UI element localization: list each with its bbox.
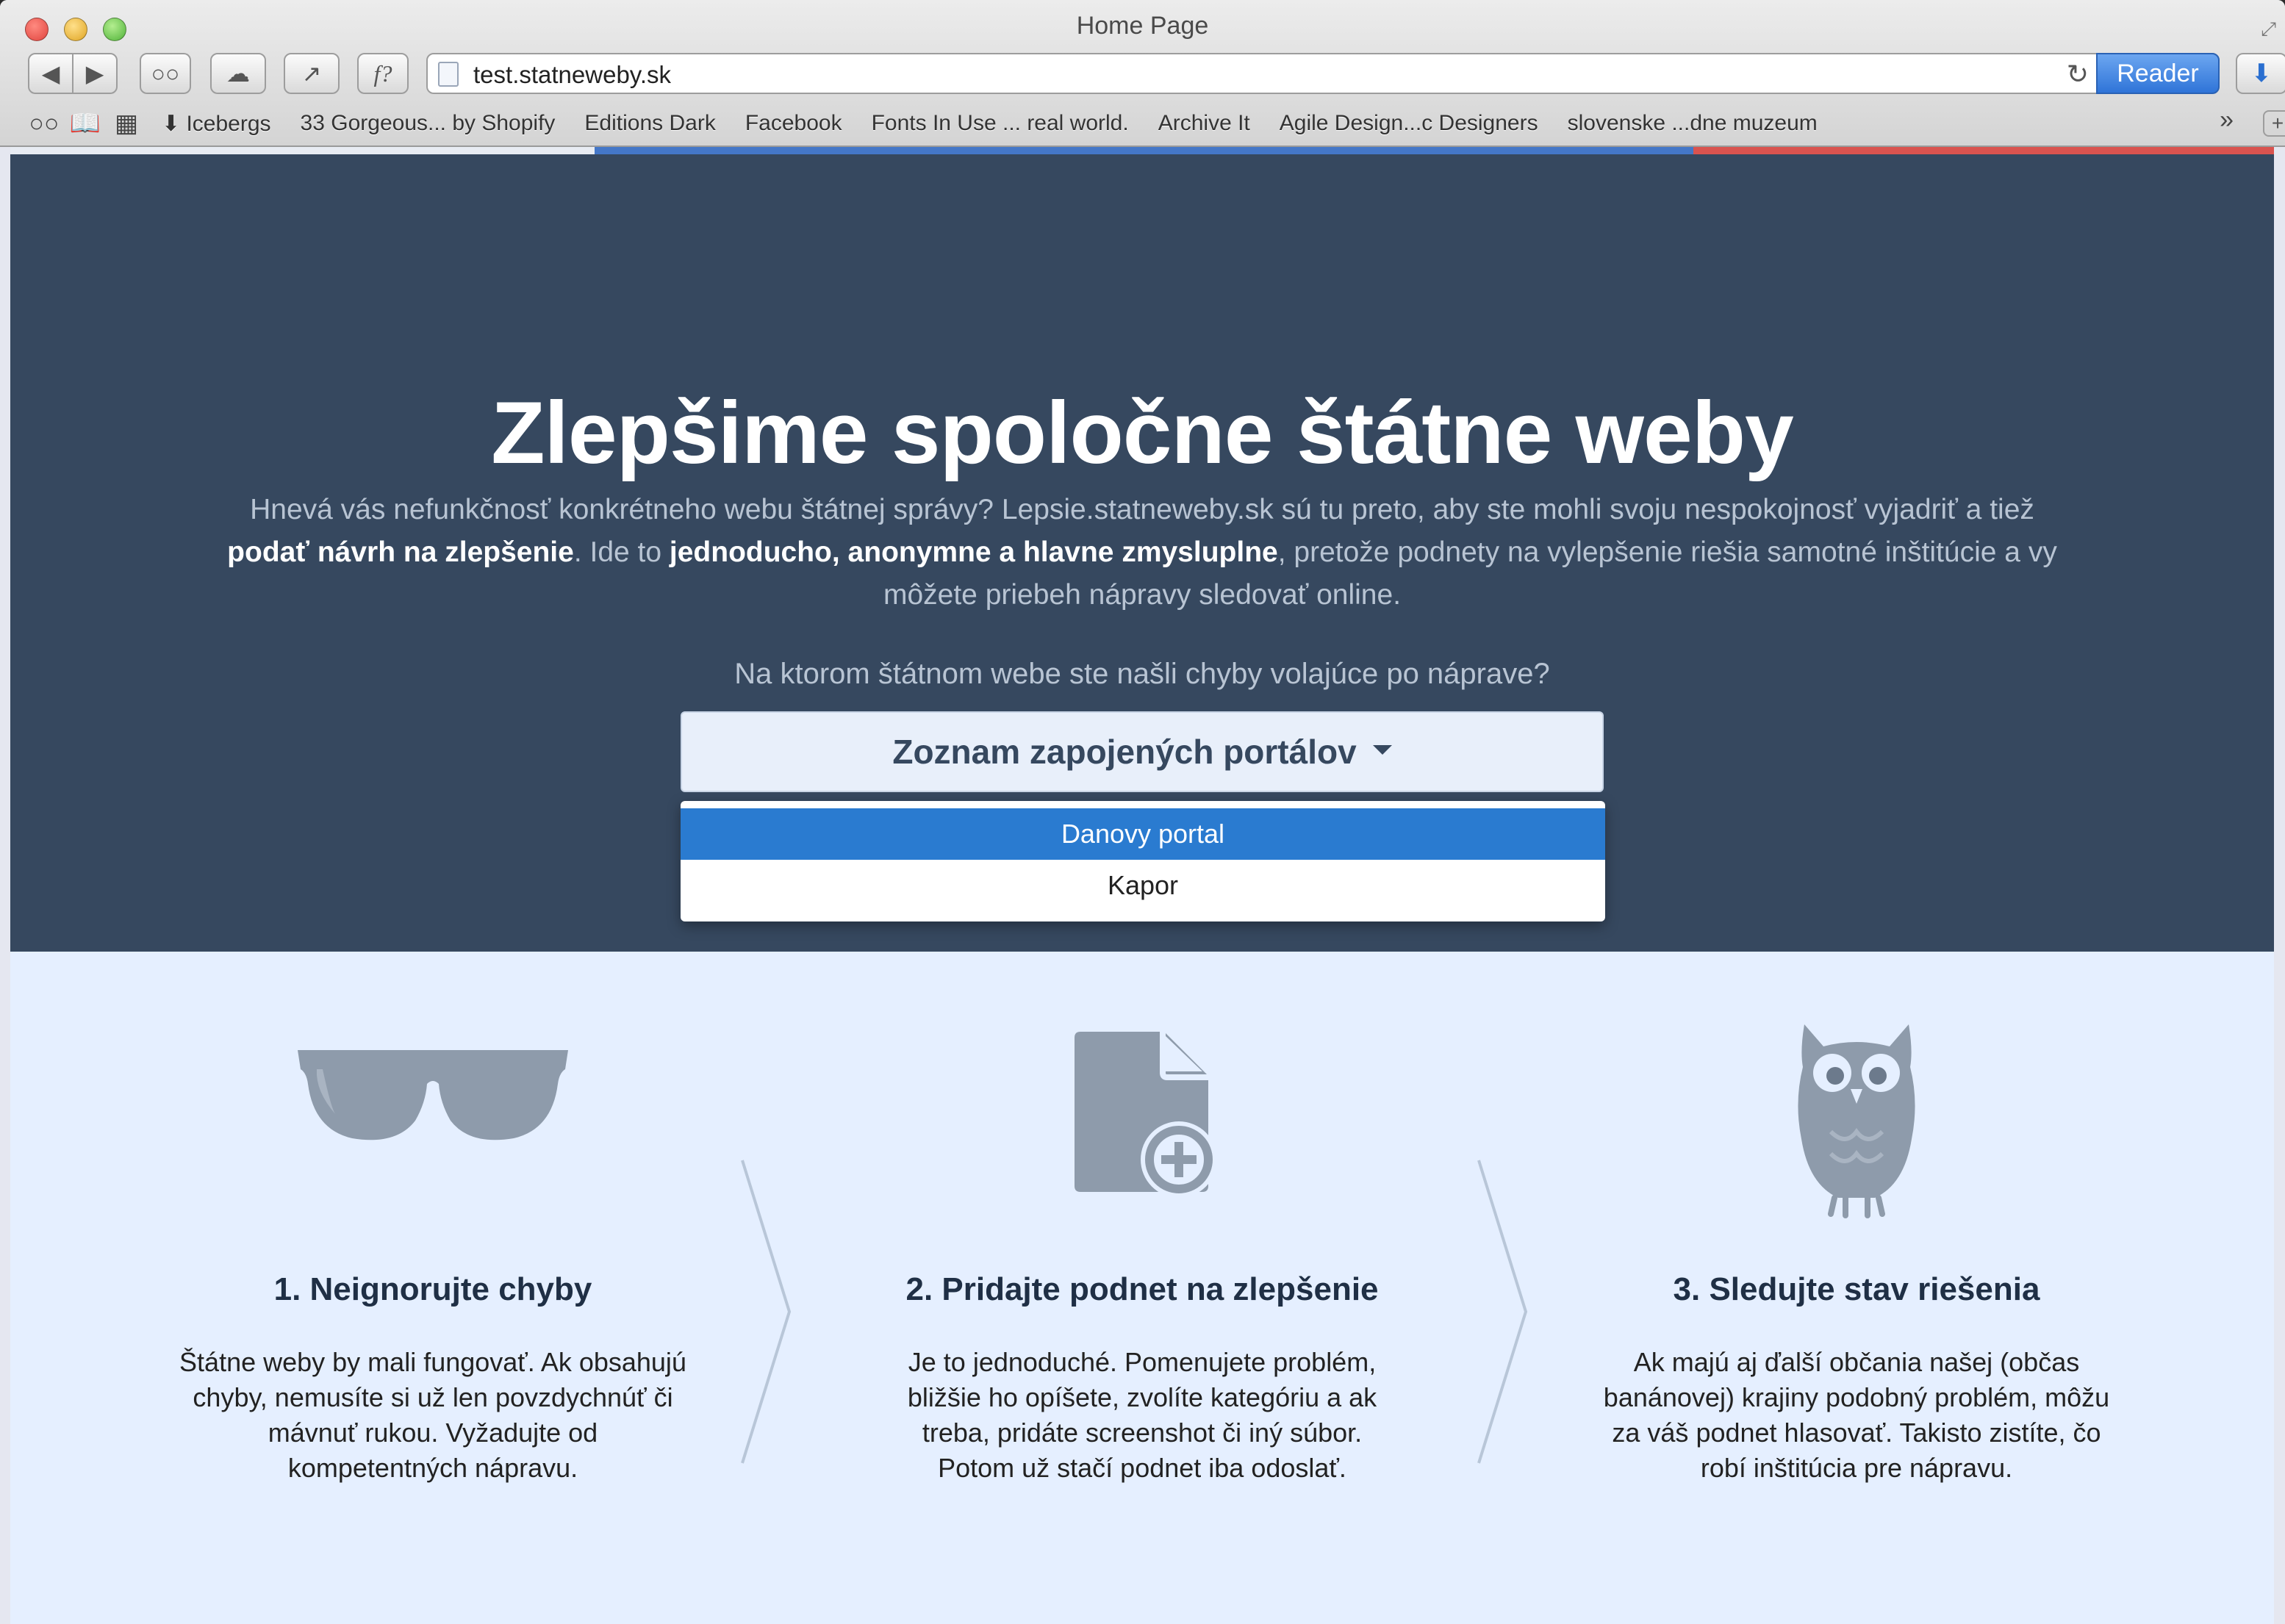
top-sites-grid-icon[interactable]: ▦: [109, 109, 144, 138]
hero-title: Zlepšime spoločne štátne weby: [491, 384, 1794, 482]
bookmark-item[interactable]: ⬇ Icebergs: [162, 111, 271, 137]
bookmark-item[interactable]: Editions Dark: [584, 111, 715, 136]
bookmark-item[interactable]: Archive It: [1158, 111, 1250, 136]
bookmarks-book-icon[interactable]: 📖: [68, 109, 103, 138]
web-page: Zlepšime spoločne štátne weby Hnevá vás …: [10, 154, 2274, 1624]
url-text[interactable]: test.statneweby.sk: [473, 61, 671, 89]
more-bookmarks-icon[interactable]: »: [2220, 106, 2234, 134]
window-title: Home Page: [1076, 12, 1209, 40]
step-3-title: 3. Sledujte stav riešenia: [1673, 1271, 2040, 1307]
fullscreen-icon[interactable]: ⤢: [2261, 18, 2276, 41]
dropdown-option-danovy-portal[interactable]: Danovy portal: [681, 808, 1605, 860]
steps-section: 1. Neignorujte chyby Štátne weby by mali…: [10, 952, 2274, 1624]
share-button[interactable]: ↗: [284, 53, 340, 94]
step-3-text: Ak majú aj ďalší občania našej (občas ba…: [1603, 1347, 2110, 1483]
hero-question: Na ktorom štátnom webe ste našli chyby v…: [734, 658, 1550, 690]
chevron-right-icon: [741, 1160, 792, 1464]
page-icon: [438, 62, 459, 87]
step-1-title: 1. Neignorujte chyby: [273, 1271, 592, 1307]
caret-down-icon: [1372, 744, 1392, 755]
reading-list-icon[interactable]: ○○: [26, 109, 62, 138]
step-2-text: Je to jednoduché. Pomenujete problém, bl…: [907, 1347, 1377, 1483]
new-tab-plus-icon[interactable]: +: [2263, 110, 2285, 137]
bookmark-item[interactable]: Agile Design...c Designers: [1280, 111, 1538, 136]
reading-list-button[interactable]: ○○: [140, 53, 191, 94]
forward-button[interactable]: ▶: [72, 53, 118, 94]
bookmark-item[interactable]: Facebook: [745, 111, 842, 136]
downloads-button[interactable]: ⬇: [2236, 53, 2285, 94]
chevron-right-icon: [1477, 1160, 1528, 1464]
browser-window: Home Page ⤢ ◀ ▶ ○○ ☁ ↗ f? test.statneweb…: [0, 0, 2285, 1624]
forward-arrow-icon: ▶: [85, 60, 104, 87]
dropdown-option-kapor[interactable]: Kapor: [681, 860, 1605, 911]
back-button[interactable]: ◀: [28, 53, 73, 94]
download-icon: ⬇: [2250, 60, 2273, 87]
share-icon: ↗: [301, 60, 322, 87]
font-extension-button[interactable]: f?: [357, 53, 409, 94]
cloud-icon: ☁: [226, 60, 250, 87]
address-bar[interactable]: test.statneweby.sk ↻ Reader: [426, 53, 2220, 94]
back-arrow-icon: ◀: [41, 60, 60, 87]
icloud-tabs-button[interactable]: ☁: [210, 53, 266, 94]
portal-dropdown-menu: Danovy portal Kapor: [681, 801, 1605, 921]
browser-toolbar: Home Page ⤢ ◀ ▶ ○○ ☁ ↗ f? test.statneweb…: [0, 0, 2285, 147]
step-2-title: 2. Pridajte podnet na zlepšenie: [905, 1271, 1379, 1307]
sunglasses-icon: [298, 1050, 568, 1140]
owl-icon: [1798, 1024, 1915, 1218]
hero-section: Zlepšime spoločne štátne weby Hnevá vás …: [10, 154, 2274, 952]
bookmarks-bar: ○○ 📖 ▦ ⬇ Icebergs 33 Gorgeous... by Shop…: [0, 103, 2285, 144]
add-document-icon: [1075, 1032, 1216, 1198]
portal-dropdown-button[interactable]: Zoznam zapojených portálov: [681, 711, 1604, 792]
reader-button[interactable]: Reader: [2096, 53, 2220, 94]
hero-description: Hnevá vás nefunkčnosť konkrétneho webu š…: [227, 494, 2057, 611]
glasses-icon: ○○: [151, 60, 180, 87]
step-1-text: Štátne weby by mali fungovať. Ak obsahuj…: [179, 1347, 686, 1483]
bookmark-item[interactable]: Fonts In Use ... real world.: [872, 111, 1129, 136]
reload-icon[interactable]: ↻: [2067, 59, 2089, 90]
bookmark-item[interactable]: 33 Gorgeous... by Shopify: [301, 111, 556, 136]
font-icon: f?: [373, 60, 392, 87]
page-load-progress: [10, 147, 2274, 154]
portal-dropdown-label: Zoznam zapojených portálov: [892, 733, 1357, 771]
bookmark-item[interactable]: slovenske ...dne muzeum: [1568, 111, 1818, 136]
